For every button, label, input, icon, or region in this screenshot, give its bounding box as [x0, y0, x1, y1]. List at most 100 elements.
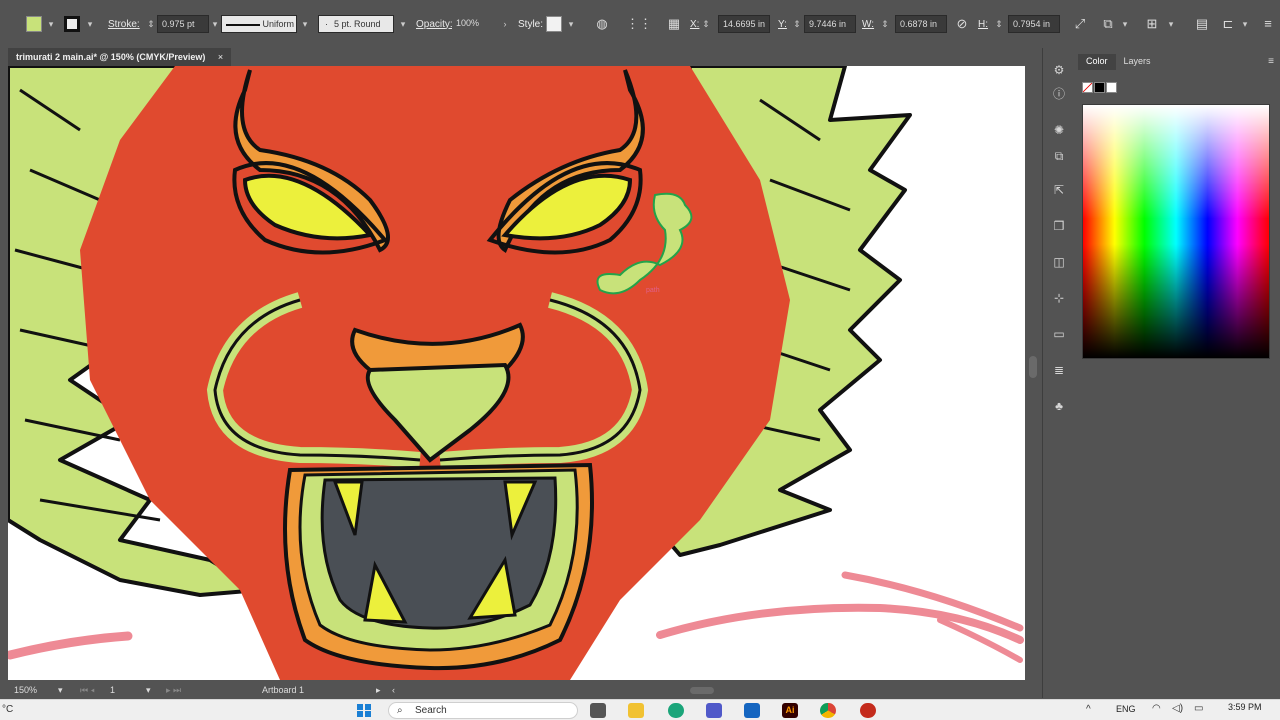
artboard-nav-icon[interactable]: ⏮ ◂ [80, 682, 95, 699]
transform-icon[interactable]: ⧉ [1051, 148, 1067, 164]
align-grid-icon[interactable]: ⋮⋮ [626, 14, 652, 34]
windows-taskbar: °C ⌕ Search Ai ^ ENG ◠ ◁) ▭ 3:59 PM [0, 699, 1280, 720]
windows-start-icon[interactable] [356, 703, 372, 718]
align-icon[interactable]: ⊹ [1051, 290, 1067, 306]
w-label: W: [862, 18, 875, 30]
artwork: path [8, 66, 1024, 680]
layers-stack-icon[interactable]: ≣ [1051, 362, 1067, 378]
control-bar: ▾ ▾ Stroke: ⇕ 0.975 pt ▾ Uniform ▾ · 5 pt… [0, 0, 1280, 48]
tab-layers[interactable]: Layers [1116, 54, 1159, 70]
opacity-label[interactable]: Opacity: [416, 14, 453, 34]
brightness-icon[interactable]: ✺ [1051, 122, 1067, 138]
chevron-down-icon[interactable]: ▾ [210, 15, 220, 33]
transform-icon[interactable]: ⤢ [1070, 14, 1090, 34]
align-left-icon[interactable]: ⊏ [1218, 14, 1238, 34]
illustrator-window: ▾ ▾ Stroke: ⇕ 0.975 pt ▾ Uniform ▾ · 5 pt… [0, 0, 1280, 720]
stroke-weight-field[interactable]: 0.975 pt [157, 15, 209, 33]
teams-icon[interactable] [706, 703, 722, 718]
vertical-scrollbar[interactable] [1025, 66, 1041, 680]
stepper-icon[interactable]: ⇕ [994, 15, 1004, 33]
color-spectrum[interactable] [1082, 104, 1270, 359]
reference-point-icon[interactable]: ▦ [664, 14, 684, 34]
pink-stroke [8, 631, 133, 660]
graphic-style-swatch[interactable] [546, 14, 564, 34]
menu-icon[interactable]: ≡ [1258, 14, 1278, 34]
chevron-down-icon[interactable]: ▾ [1240, 15, 1250, 33]
battery-icon[interactable]: ▭ [1194, 703, 1203, 714]
scroll-thumb[interactable] [1029, 356, 1037, 378]
tab-color[interactable]: Color [1078, 54, 1116, 70]
club-icon[interactable]: ♣ [1051, 398, 1067, 414]
outlook-icon[interactable] [744, 703, 760, 718]
edge-icon[interactable] [668, 703, 684, 718]
chevron-down-icon[interactable]: ▾ [46, 15, 56, 33]
variable-width-profile[interactable]: Uniform [221, 15, 297, 33]
y-field[interactable]: 9.7446 in [804, 15, 856, 33]
document-tab-bar: trimurati 2 main.ai* @ 150% (CMYK/Previe… [0, 48, 1042, 66]
zoom-field[interactable]: 150% [14, 682, 37, 699]
clock[interactable]: 3:59 PM [1228, 702, 1262, 712]
properties-icon[interactable]: ⚙ [1051, 62, 1067, 78]
chevron-down-icon[interactable]: ▾ [398, 15, 408, 33]
x-field[interactable]: 14.6695 in [718, 15, 770, 33]
pathfinder-icon[interactable]: ◫ [1051, 254, 1067, 270]
x-label: X: [690, 18, 700, 30]
file-explorer-icon[interactable] [628, 703, 644, 718]
path-hover-label: path [646, 287, 660, 294]
h-field[interactable]: 0.7954 in [1008, 15, 1060, 33]
artboard-nav-icon[interactable]: ▸ ⏭ [166, 682, 181, 699]
stroke-label[interactable]: Stroke: [108, 14, 140, 34]
language-indicator[interactable]: ENG [1116, 704, 1136, 714]
black-swatch[interactable] [1094, 82, 1105, 93]
stepper-icon[interactable]: ⇕ [701, 15, 711, 33]
recolor-globe-icon[interactable]: ◍ [592, 14, 612, 34]
white-swatch[interactable] [1106, 82, 1117, 93]
chevron-down-icon[interactable]: ▾ [146, 682, 151, 699]
illustrator-icon[interactable]: Ai [782, 703, 798, 718]
info-icon[interactable]: ⓘ [1051, 86, 1067, 102]
volume-icon[interactable]: ◁) [1172, 703, 1183, 714]
chevron-down-icon[interactable]: ▾ [1120, 15, 1130, 33]
close-icon[interactable]: × [218, 52, 223, 62]
status-bar: 150% ▾ ⏮ ◂ 1 ▾ ▸ ⏭ Artboard 1 ▸ ‹ [0, 682, 1042, 699]
3d-icon[interactable]: ❒ [1051, 218, 1067, 234]
weather-temp: °C [2, 704, 14, 715]
chrome-icon[interactable] [820, 703, 836, 718]
chevron-right-icon[interactable]: › [500, 15, 510, 33]
artboard-name: Artboard 1 [262, 685, 305, 695]
pink-stroke [841, 571, 1024, 632]
none-swatch[interactable] [1082, 82, 1093, 93]
document-tab[interactable]: trimurati 2 main.ai* @ 150% (CMYK/Previe… [8, 48, 232, 66]
isolate-icon[interactable]: ⊞ [1142, 14, 1162, 34]
brush-definition[interactable]: · 5 pt. Round [318, 15, 394, 33]
artboard-number[interactable]: 1 [110, 682, 115, 699]
w-field[interactable]: 0.6878 in [895, 15, 947, 33]
horizontal-scroll-thumb[interactable] [690, 687, 714, 694]
style-label: Style: [518, 18, 544, 30]
stroke-swatch[interactable] [64, 14, 82, 34]
export-icon[interactable]: ⇱ [1051, 182, 1067, 198]
panel-menu-icon[interactable]: ≡ [1268, 56, 1274, 67]
chevron-right-icon[interactable]: ▸ [376, 682, 381, 699]
task-view-icon[interactable] [590, 703, 606, 718]
stepper-icon[interactable]: ⇕ [792, 15, 802, 33]
chevron-down-icon[interactable]: ▾ [85, 15, 95, 33]
artboard-canvas[interactable]: path [8, 66, 1025, 680]
link-proportions-icon[interactable]: ⊘ [952, 14, 972, 34]
chevron-down-icon[interactable]: ▾ [1166, 15, 1176, 33]
app-icon[interactable] [860, 703, 876, 718]
panel-grid-icon[interactable]: ▤ [1192, 14, 1212, 34]
chevron-down-icon[interactable]: ▾ [566, 15, 576, 33]
stepper-icon[interactable]: ⇕ [146, 15, 156, 33]
tray-chevron-icon[interactable]: ^ [1086, 704, 1091, 715]
fill-swatch[interactable] [26, 14, 44, 34]
chevron-down-icon[interactable]: ▾ [58, 682, 63, 699]
chevron-down-icon[interactable]: ▾ [300, 15, 310, 33]
stepper-icon[interactable]: ⇕ [880, 15, 890, 33]
arrange-icon[interactable]: ⧉ [1098, 14, 1118, 34]
chevron-left-icon[interactable]: ‹ [392, 682, 395, 699]
wifi-icon[interactable]: ◠ [1152, 703, 1161, 714]
taskbar-search[interactable]: ⌕ Search [388, 702, 578, 719]
opacity-field[interactable]: 100% [452, 15, 500, 33]
gradient-icon[interactable]: ▭ [1051, 326, 1067, 342]
